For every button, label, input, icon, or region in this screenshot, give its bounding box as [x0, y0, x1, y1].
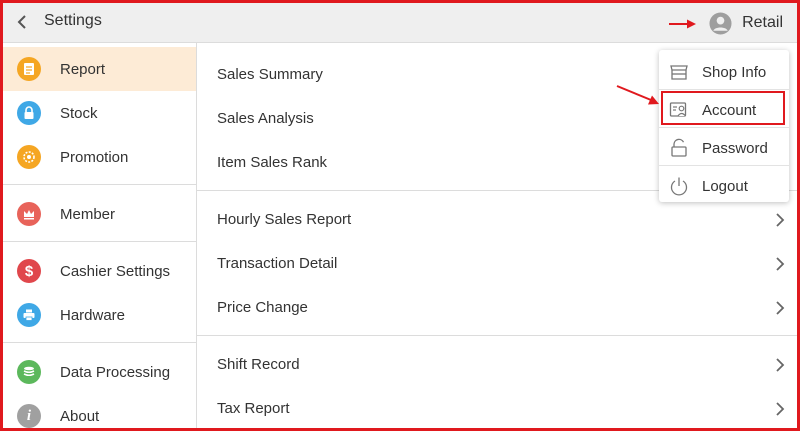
- annotation-arrow-icon: [669, 19, 696, 29]
- sidebar-item-cashier-settings[interactable]: $ Cashier Settings: [3, 249, 196, 293]
- sidebar-item-label: Cashier Settings: [60, 262, 171, 280]
- menu-divider: [659, 165, 789, 166]
- lock-icon: [17, 101, 41, 125]
- page-title: Settings: [44, 12, 102, 29]
- list-divider: [197, 335, 797, 336]
- sidebar-item-label: Promotion: [60, 148, 129, 166]
- sidebar-item-member[interactable]: Member: [3, 192, 196, 236]
- power-icon: [670, 177, 688, 196]
- menu-divider: [659, 127, 789, 128]
- user-dropdown-menu: Shop Info Account Password Logout: [659, 50, 789, 202]
- menu-item-label: Shop Info: [702, 63, 767, 81]
- chevron-right-icon: [776, 402, 785, 416]
- avatar-icon: [709, 11, 732, 35]
- account-highlight-box: [661, 91, 785, 125]
- sidebar-item-report[interactable]: Report: [3, 47, 196, 91]
- chevron-right-icon: [776, 358, 785, 372]
- menu-item-label: Logout: [702, 177, 748, 195]
- report-icon: [17, 57, 41, 81]
- list-item-label: Sales Analysis: [217, 110, 314, 127]
- sidebar-item-promotion[interactable]: Promotion: [3, 135, 196, 179]
- sidebar-item-stock[interactable]: Stock: [3, 91, 196, 135]
- sidebar: Report Stock Promotion Member $ Cashier …: [3, 43, 197, 428]
- dollar-icon: $: [17, 259, 41, 283]
- unlock-icon: [671, 138, 687, 157]
- list-item-label: Item Sales Rank: [217, 154, 328, 171]
- info-icon: i: [17, 404, 41, 428]
- sidebar-item-label: About: [60, 407, 100, 425]
- list-item-transaction-detail[interactable]: Transaction Detail: [197, 242, 797, 286]
- menu-item-password[interactable]: Password: [659, 129, 789, 167]
- sidebar-item-data-processing[interactable]: Data Processing: [3, 350, 196, 394]
- user-name: Retail: [742, 14, 783, 31]
- chevron-right-icon: [776, 301, 785, 315]
- sidebar-divider: [3, 241, 197, 242]
- sidebar-item-label: Report: [60, 60, 106, 78]
- annotation-arrow-icon: [616, 85, 659, 105]
- sidebar-item-label: Stock: [60, 104, 98, 122]
- list-item-label: Transaction Detail: [217, 255, 338, 272]
- list-item-label: Price Change: [217, 299, 308, 316]
- sidebar-item-about[interactable]: i About: [3, 394, 196, 428]
- crown-icon: [17, 202, 41, 226]
- sidebar-item-hardware[interactable]: Hardware: [3, 293, 196, 337]
- chevron-right-icon: [776, 213, 785, 227]
- sidebar-divider: [3, 342, 197, 343]
- menu-item-label: Password: [702, 139, 768, 157]
- list-item-label: Hourly Sales Report: [217, 211, 352, 228]
- shop-icon: [670, 65, 688, 80]
- back-button[interactable]: [13, 11, 33, 33]
- sidebar-item-label: Hardware: [60, 306, 126, 324]
- user-menu-button[interactable]: Retail: [709, 8, 783, 38]
- chevron-left-icon: [17, 15, 26, 29]
- sidebar-item-label: Data Processing: [60, 363, 171, 381]
- list-item-label: Tax Report: [217, 400, 290, 417]
- sidebar-item-label: Member: [60, 205, 116, 223]
- list-item-price-change[interactable]: Price Change: [197, 286, 797, 330]
- promotion-icon: [17, 145, 41, 169]
- database-icon: [17, 360, 41, 384]
- menu-item-shop-info[interactable]: Shop Info: [659, 53, 789, 91]
- chevron-right-icon: [776, 257, 785, 271]
- list-item-shift-record[interactable]: Shift Record: [197, 343, 797, 387]
- menu-item-logout[interactable]: Logout: [659, 167, 789, 205]
- printer-icon: [17, 303, 41, 327]
- list-item-label: Sales Summary: [217, 66, 323, 83]
- sidebar-divider: [3, 184, 197, 185]
- list-item-label: Shift Record: [217, 356, 300, 373]
- list-item-tax-report[interactable]: Tax Report: [197, 387, 797, 428]
- app-window: Settings Retail Report Stock Promotion M…: [0, 0, 800, 431]
- menu-divider: [659, 89, 789, 90]
